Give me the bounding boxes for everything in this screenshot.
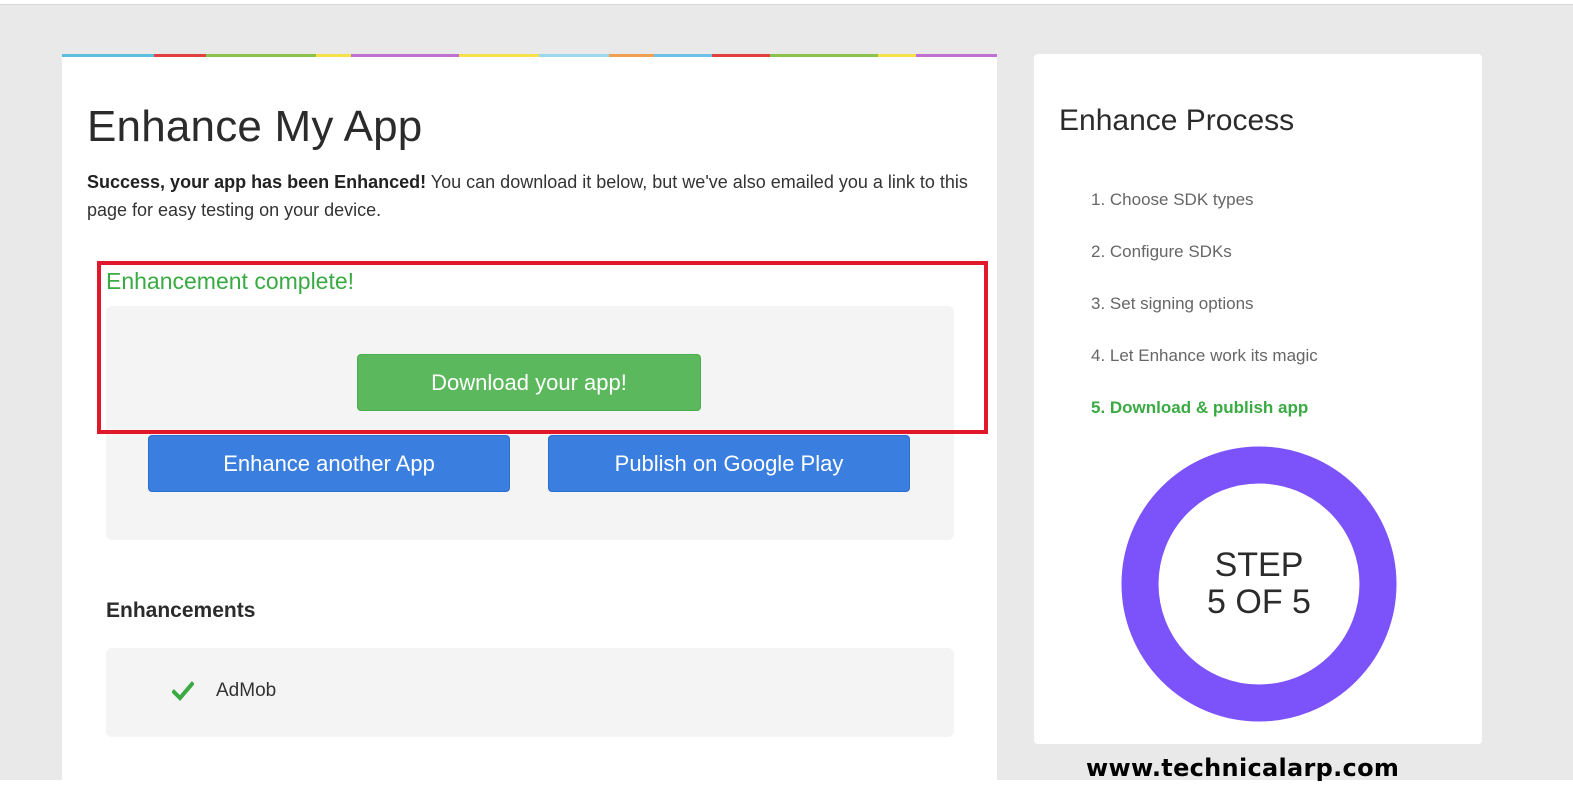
check-icon bbox=[172, 681, 194, 701]
list-item: AdMob bbox=[172, 680, 276, 702]
download-app-button[interactable]: Download your app! bbox=[357, 354, 701, 411]
step-counter-line2: 5 OF 5 bbox=[1207, 583, 1311, 621]
enhancement-label: AdMob bbox=[216, 680, 277, 701]
step-1: 1. Choose SDK types bbox=[1091, 190, 1254, 209]
intro-text: Success, your app has been Enhanced! You… bbox=[87, 168, 977, 224]
step-4: 4. Let Enhance work its magic bbox=[1091, 346, 1318, 365]
download-panel bbox=[106, 306, 954, 540]
main-card: Enhance My App Success, your app has bee… bbox=[62, 54, 997, 794]
watermark: www.technicalarp.com bbox=[1086, 754, 1400, 782]
intro-bold: Success, your app has been Enhanced! bbox=[87, 172, 427, 192]
enhancements-list: AdMob bbox=[106, 648, 954, 737]
step-counter-line1: STEP bbox=[1214, 546, 1304, 584]
page-title: Enhance My App bbox=[87, 102, 423, 151]
side-title: Enhance Process bbox=[1059, 104, 1295, 137]
step-2: 2. Configure SDKs bbox=[1091, 242, 1232, 261]
step-counter: STEP 5 OF 5 bbox=[1121, 446, 1397, 722]
step-3: 3. Set signing options bbox=[1091, 294, 1254, 313]
process-steps: 1. Choose SDK types 2. Configure SDKs 3.… bbox=[1091, 188, 1318, 448]
enhancement-complete-label: Enhancement complete! bbox=[106, 268, 355, 294]
color-strip bbox=[62, 54, 997, 57]
enhance-another-app-button[interactable]: Enhance another App bbox=[148, 435, 510, 492]
publish-google-play-button[interactable]: Publish on Google Play bbox=[548, 435, 910, 492]
step-5: 5. Download & publish app bbox=[1091, 398, 1309, 417]
enhance-process-card: Enhance Process 1. Choose SDK types 2. C… bbox=[1034, 54, 1482, 744]
enhancements-heading: Enhancements bbox=[106, 599, 256, 622]
